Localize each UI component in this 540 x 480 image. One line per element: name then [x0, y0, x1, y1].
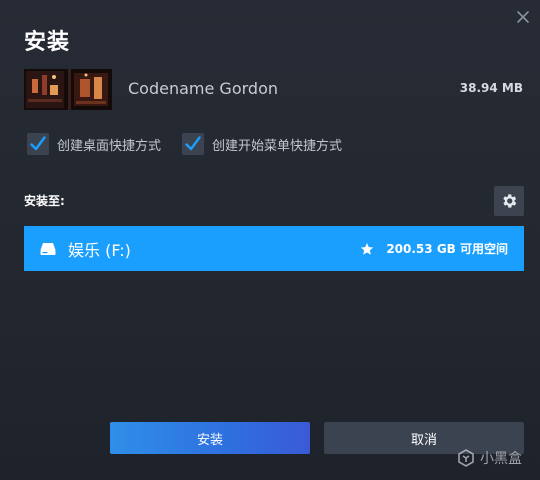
install-button[interactable]: 安装 [110, 422, 310, 454]
desktop-shortcut-option[interactable]: 创建桌面快捷方式 [27, 133, 161, 155]
start-menu-shortcut-label: 创建开始菜单快捷方式 [212, 138, 343, 154]
storage-settings-button[interactable] [494, 186, 524, 216]
drive-free-space: 200.53 GB 可用空间 [386, 242, 508, 256]
gear-icon [503, 194, 517, 208]
game-thumbnail [24, 69, 112, 110]
start-menu-shortcut-checkbox[interactable] [182, 133, 204, 155]
checkmark-icon [30, 136, 46, 151]
watermark: 小黑盒 [456, 448, 522, 468]
star-icon [361, 242, 374, 255]
checkmark-icon [185, 136, 201, 151]
watermark-text: 小黑盒 [480, 451, 522, 467]
start-menu-shortcut-option[interactable]: 创建开始菜单快捷方式 [182, 133, 342, 155]
drive-option-selected[interactable]: 娱乐 (F:) 200.53 GB 可用空间 [24, 226, 524, 271]
heybox-logo-icon [458, 449, 474, 467]
install-location-label: 安装至: [24, 194, 65, 208]
install-dialog: 安装 Codename Gordon 38.94 MB 创建桌面快捷方式 创建开… [0, 0, 540, 480]
desktop-shortcut-label: 创建桌面快捷方式 [57, 138, 162, 154]
close-icon[interactable] [512, 6, 534, 28]
dialog-title: 安装 [24, 30, 71, 55]
desktop-shortcut-checkbox[interactable] [27, 133, 49, 155]
game-title: Codename Gordon [128, 79, 278, 98]
drive-name: 娱乐 (F:) [68, 240, 131, 260]
drive-icon [40, 242, 56, 256]
close-button[interactable] [512, 6, 534, 28]
game-size: 38.94 MB [459, 81, 523, 95]
